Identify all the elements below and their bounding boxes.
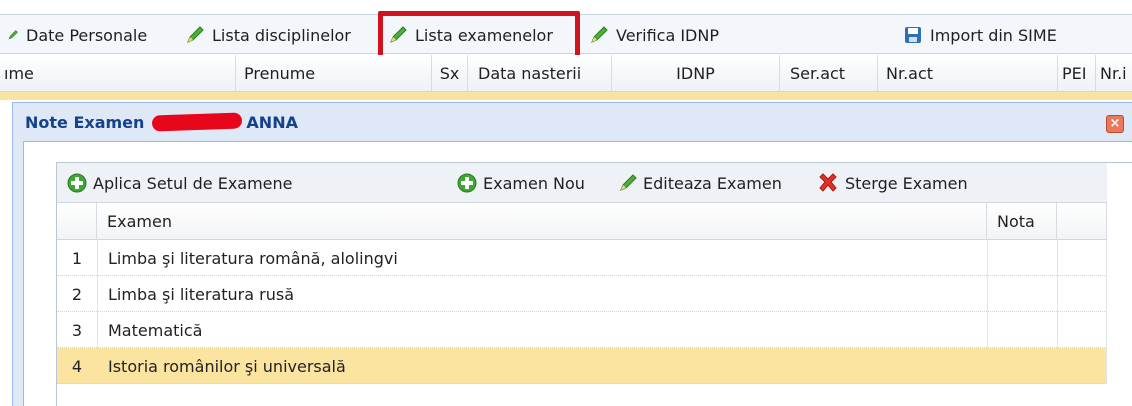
table-row[interactable]: 2 Limba şi literatura rusă — [57, 276, 1107, 312]
col-rownum — [57, 203, 97, 240]
exam-name: Istoria românilor şi universală — [97, 348, 987, 384]
pencil-icon — [8, 30, 18, 40]
verifica-idnp-label: Verifica IDNP — [616, 25, 719, 45]
add-icon — [457, 173, 477, 193]
dialog-body: Aplica Setul de Examene Examen Nou Edite… — [23, 141, 1132, 406]
row-number: 4 — [71, 356, 83, 376]
col-nr-i[interactable]: Nr.i — [1096, 55, 1132, 92]
row-number: 3 — [71, 320, 83, 340]
col-extra — [1057, 203, 1107, 240]
close-icon[interactable]: × — [1106, 115, 1124, 133]
row-extra — [1057, 348, 1107, 384]
pencil-icon — [620, 174, 637, 191]
dialog-title-prefix: Note Examen — [25, 112, 145, 132]
col-nume[interactable]: ıme — [0, 55, 236, 92]
col-examen[interactable]: Examen — [97, 203, 987, 240]
dialog-title: Note Examen ANNA — [25, 103, 298, 141]
import-sime-label: Import din SIME — [930, 25, 1057, 45]
row-extra — [1057, 276, 1107, 312]
note-examen-dialog: Note Examen ANNA × Aplica Setul de Exame… — [12, 102, 1132, 406]
delete-exam-label: Sterge Examen — [845, 173, 968, 193]
app-page: Date Personale Lista disciplinelor Lista… — [0, 0, 1132, 406]
table-row[interactable]: 1 Limba şi literatura română, alolingvi — [57, 240, 1107, 276]
apply-exam-set-label: Aplica Setul de Examene — [93, 173, 293, 193]
add-icon — [67, 173, 87, 193]
exam-grade[interactable] — [987, 240, 1057, 276]
exam-grid-panel: Aplica Setul de Examene Examen Nou Edite… — [56, 162, 1132, 406]
exam-name: Matematică — [97, 312, 987, 348]
row-extra — [1057, 312, 1107, 348]
apply-exam-set-button[interactable]: Aplica Setul de Examene — [67, 163, 293, 203]
save-icon — [905, 27, 921, 43]
exam-grade[interactable] — [987, 312, 1057, 348]
exam-grade[interactable] — [987, 276, 1057, 312]
verifica-idnp-button[interactable]: Verifica IDNP — [590, 15, 719, 55]
col-ser-act[interactable]: Ser.act — [780, 55, 878, 92]
lista-disciplinelor-label: Lista disciplinelor — [212, 25, 351, 45]
row-extra — [1057, 240, 1107, 276]
table-row-selected[interactable]: 4 Istoria românilor şi universală — [57, 348, 1107, 384]
background-selected-row — [0, 92, 1132, 100]
exam-name: Limba şi literatura rusă — [97, 276, 987, 312]
row-number: 2 — [71, 284, 83, 304]
row-number: 1 — [71, 248, 83, 268]
dialog-title-suffix: ANNA — [246, 112, 298, 132]
date-personale-button[interactable]: Date Personale — [8, 15, 147, 55]
exam-grade[interactable] — [987, 348, 1057, 384]
col-data-nasterii[interactable]: Data nasterii — [468, 55, 612, 92]
date-personale-label: Date Personale — [26, 25, 148, 45]
grid-header: ıme Prenume Sx Data nasterii IDNP Ser.ac… — [0, 55, 1132, 92]
pencil-icon — [591, 26, 608, 43]
highlight-box — [378, 11, 580, 61]
new-exam-label: Examen Nou — [483, 173, 585, 193]
exam-name: Limba şi literatura română, alolingvi — [97, 240, 987, 276]
col-nota[interactable]: Nota — [987, 203, 1057, 240]
import-sime-button[interactable]: Import din SIME — [904, 15, 1057, 55]
lista-disciplinelor-button[interactable]: Lista disciplinelor — [186, 15, 351, 55]
col-pei[interactable]: PEI — [1058, 55, 1096, 92]
col-sx[interactable]: Sx — [432, 55, 468, 92]
delete-icon — [819, 173, 837, 192]
col-idnp[interactable]: IDNP — [612, 55, 780, 92]
new-exam-button[interactable]: Examen Nou — [457, 163, 585, 203]
col-nr-act[interactable]: Nr.act — [878, 55, 1058, 92]
exam-table-header: Examen Nota — [57, 203, 1107, 240]
exam-toolbar: Aplica Setul de Examene Examen Nou Edite… — [57, 163, 1107, 203]
pencil-icon — [187, 26, 204, 43]
col-prenume[interactable]: Prenume — [236, 55, 432, 92]
delete-exam-button[interactable]: Sterge Examen — [817, 163, 968, 203]
edit-exam-label: Editeaza Examen — [643, 173, 782, 193]
table-row[interactable]: 3 Matematică — [57, 312, 1107, 348]
redaction-mark — [152, 112, 243, 132]
edit-exam-button[interactable]: Editeaza Examen — [619, 163, 782, 203]
